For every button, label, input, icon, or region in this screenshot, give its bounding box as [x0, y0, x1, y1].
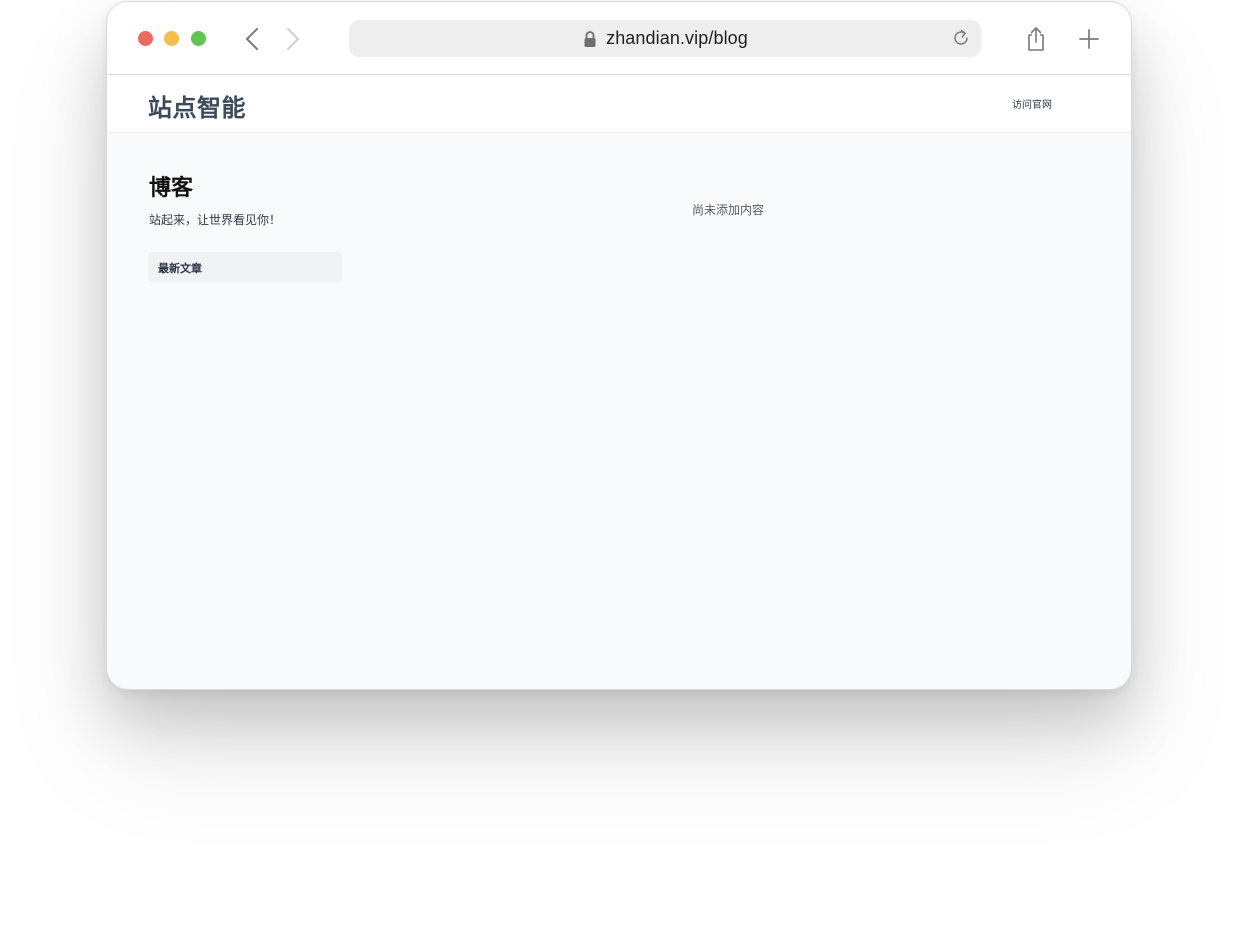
address-bar[interactable]: zhandian.vip/blog [349, 20, 981, 57]
browser-toolbar: zhandian.vip/blog [107, 2, 1131, 75]
forward-button[interactable] [281, 25, 305, 53]
site-header: 站点智能 访问官网 [107, 75, 1131, 133]
chevron-left-icon [246, 28, 258, 50]
share-icon[interactable] [1025, 26, 1047, 52]
plus-icon[interactable] [1079, 29, 1099, 49]
lock-icon [584, 30, 596, 47]
latest-articles-panel: 最新文章 [148, 252, 342, 282]
empty-content-message: 尚未添加内容 [692, 203, 765, 217]
url-text: zhandian.vip/blog [606, 28, 748, 48]
zoom-window-button[interactable] [191, 31, 206, 46]
page-subtitle: 站起来，让世界看见你！ [149, 213, 282, 227]
browser-window: zhandian.vip/blog 站点智能 访问官网 博客 站起来，让世界看见… [106, 1, 1132, 690]
site-logo[interactable]: 站点智能 [148, 88, 246, 123]
minimize-window-button[interactable] [164, 31, 179, 46]
page-title: 博客 [149, 176, 194, 201]
back-button[interactable] [240, 25, 264, 53]
close-window-button[interactable] [138, 31, 153, 46]
visit-official-site-link[interactable]: 访问官网 [1012, 96, 1052, 111]
latest-articles-heading: 最新文章 [158, 262, 202, 275]
reload-icon[interactable] [951, 28, 971, 48]
chevron-right-icon [287, 28, 299, 50]
